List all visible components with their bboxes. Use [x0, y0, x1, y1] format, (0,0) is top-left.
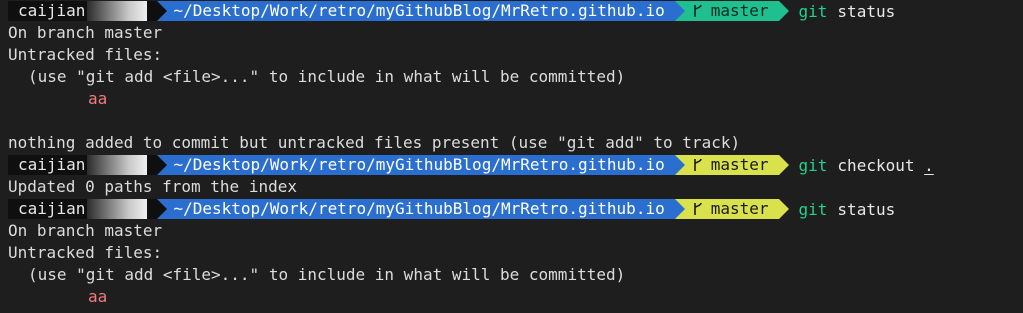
prompt-branch-segment: master [684, 199, 779, 219]
powerline-separator-icon [157, 155, 168, 175]
output-line: On branch master [8, 23, 163, 42]
prompt-line: caijian ~/Desktop/Work/retro/myGithubBlo… [8, 198, 1023, 220]
command-name: git [798, 155, 828, 175]
output-line: (use "git add <file>..." to include in w… [28, 67, 626, 86]
prompt-path-segment: ~/Desktop/Work/retro/myGithubBlog/MrRetr… [167, 155, 675, 175]
prompt-branch-name: master [710, 199, 769, 218]
output-line: Updated 0 paths from the index [8, 177, 297, 196]
output-line: (use "git add <file>..." to include in w… [28, 265, 626, 284]
output-line: nothing added to commit but untracked fi… [8, 133, 741, 152]
prompt-path: ~/Desktop/Work/retro/myGithubBlog/MrRetr… [173, 1, 665, 20]
output-line: Untracked files: [8, 45, 163, 64]
command-name: git [798, 199, 828, 219]
powerline-separator-icon [674, 155, 685, 175]
prompt-path: ~/Desktop/Work/retro/myGithubBlog/MrRetr… [173, 199, 665, 218]
prompt-user-segment: caijian [8, 1, 158, 21]
redacted-block [87, 199, 148, 219]
command-name: git [798, 1, 828, 21]
prompt-line: caijian ~/Desktop/Work/retro/myGithubBlo… [8, 0, 1023, 22]
git-branch-icon [691, 1, 705, 21]
prompt-path-segment: ~/Desktop/Work/retro/myGithubBlog/MrRetr… [167, 199, 675, 219]
command-args: checkout . [837, 156, 933, 175]
prompt-branch-name: master [710, 155, 769, 174]
prompt-line: caijian ~/Desktop/Work/retro/myGithubBlo… [8, 154, 1023, 176]
powerline-separator-icon [778, 199, 789, 219]
command-args: status [837, 1, 896, 21]
powerline-separator-icon [778, 1, 789, 21]
powerline-separator-icon [778, 155, 789, 175]
redacted-block [87, 155, 148, 175]
output-line: On branch master [8, 221, 163, 240]
powerline-separator-icon [674, 199, 685, 219]
prompt-branch-segment: master [684, 1, 779, 21]
powerline-separator-icon [157, 1, 168, 21]
prompt-path-segment: ~/Desktop/Work/retro/myGithubBlog/MrRetr… [167, 1, 675, 21]
prompt-branch-segment: master [684, 155, 779, 175]
command-args: status [837, 199, 896, 219]
untracked-file: aa [88, 89, 108, 108]
output-line: Untracked files: [8, 243, 163, 262]
prompt-username: caijian [18, 199, 86, 218]
command-path-arg: . [924, 155, 934, 175]
git-branch-icon [691, 199, 705, 219]
redacted-block [87, 1, 148, 21]
untracked-file: aa [88, 287, 108, 306]
prompt-branch-name: master [710, 1, 769, 20]
command-subcommand: checkout [837, 155, 915, 175]
git-branch-icon [691, 155, 705, 175]
prompt-path: ~/Desktop/Work/retro/myGithubBlog/MrRetr… [173, 155, 665, 174]
terminal-window[interactable]: caijian ~/Desktop/Work/retro/myGithubBlo… [0, 0, 1023, 313]
prompt-user-segment: caijian [8, 199, 158, 219]
prompt-username: caijian [18, 155, 86, 174]
prompt-user-segment: caijian [8, 155, 158, 175]
powerline-separator-icon [674, 1, 685, 21]
powerline-separator-icon [157, 199, 168, 219]
prompt-username: caijian [18, 1, 86, 20]
